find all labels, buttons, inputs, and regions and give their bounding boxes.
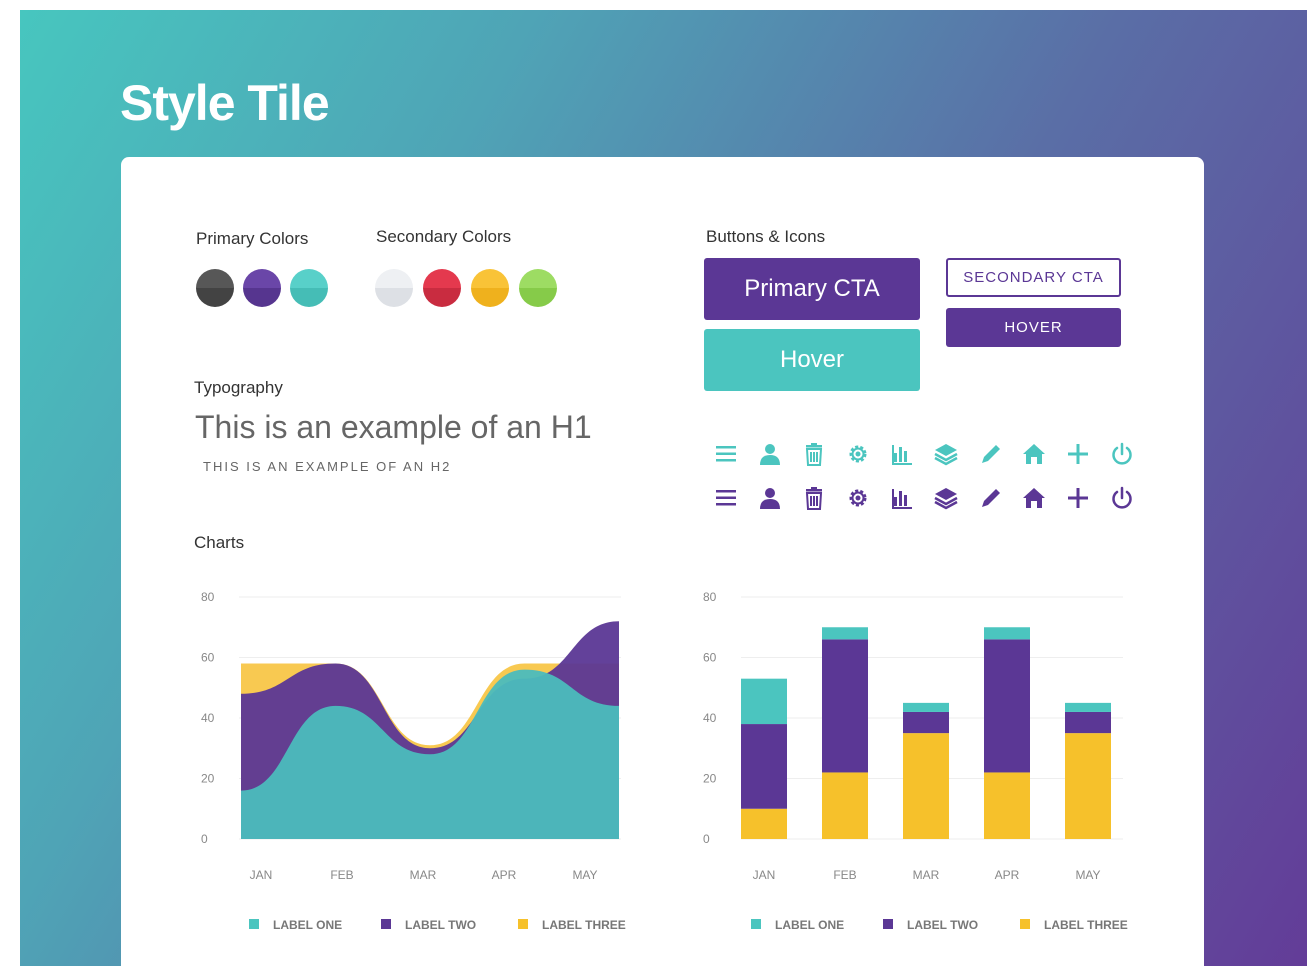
- bar-segment-label-two: [1065, 711, 1111, 734]
- swatch-green: [519, 269, 557, 307]
- legend-label: LABEL TWO: [907, 918, 978, 932]
- y-tick-label: 80: [703, 590, 717, 604]
- x-tick-label: APR: [492, 868, 517, 882]
- icon-row-purple: [704, 483, 1144, 513]
- bar-segment-label-three: [822, 772, 868, 839]
- y-tick-label: 20: [201, 772, 215, 786]
- secondary-cta-button[interactable]: SECONDARY CTA: [946, 258, 1121, 297]
- y-tick-label: 20: [703, 772, 717, 786]
- bar-segment-label-two: [741, 724, 787, 809]
- gear-icon[interactable]: [836, 439, 880, 469]
- legend-label: LABEL TWO: [405, 918, 476, 932]
- home-icon[interactable]: [1012, 483, 1056, 513]
- legend-swatch: [1020, 919, 1030, 929]
- menu-icon[interactable]: [704, 439, 748, 469]
- stacked-bar-chart: 0 20 40 60 80 JAN FEB MAR APR MAY LABEL ONE LABEL T…: [703, 590, 1128, 932]
- bar-segment-label-two: [822, 639, 868, 773]
- x-tick-label: MAR: [410, 868, 437, 882]
- pencil-icon[interactable]: [968, 483, 1012, 513]
- typography-label: Typography: [194, 378, 283, 397]
- swatch-yellow: [471, 269, 509, 307]
- y-tick-label: 0: [201, 832, 208, 846]
- page-title: Style Tile: [120, 75, 330, 131]
- y-tick-label: 40: [201, 711, 215, 725]
- h2-example: THIS IS AN EXAMPLE OF AN H2: [203, 459, 452, 474]
- layers-icon[interactable]: [924, 483, 968, 513]
- area-chart: 0 20 40 60 80 JAN FEB MAR APR MAY LABEL ONE LABEL T…: [201, 590, 626, 932]
- swatch-purple: [243, 269, 281, 307]
- secondary-cta-hover-button[interactable]: HOVER: [946, 308, 1121, 347]
- y-tick-label: 80: [201, 590, 215, 604]
- bar-segment-label-three: [984, 772, 1030, 839]
- x-tick-label: JAN: [753, 868, 776, 882]
- bar-chart-icon[interactable]: [880, 483, 924, 513]
- buttons-icons-label: Buttons & Icons: [706, 227, 826, 246]
- legend-swatch: [883, 919, 893, 929]
- menu-icon[interactable]: [704, 483, 748, 513]
- bar-segment-label-one: [984, 627, 1030, 640]
- y-tick-label: 0: [703, 832, 710, 846]
- charts-label: Charts: [194, 533, 245, 552]
- plus-icon[interactable]: [1056, 439, 1100, 469]
- y-tick-label: 40: [703, 711, 717, 725]
- icon-row-teal: [704, 439, 1144, 469]
- layers-icon[interactable]: [924, 439, 968, 469]
- swatch-red: [423, 269, 461, 307]
- style-tile-card: Primary Colors Secondary Colors Typograp…: [121, 157, 1204, 966]
- bar-segment-label-one: [1065, 702, 1111, 712]
- user-icon[interactable]: [748, 439, 792, 469]
- swatch-light-gray: [375, 269, 413, 307]
- page-background: Style Tile Primary Colors Secondary Colo…: [20, 10, 1307, 966]
- pencil-icon[interactable]: [968, 439, 1012, 469]
- x-tick-label: MAR: [913, 868, 940, 882]
- trash-icon[interactable]: [792, 483, 836, 513]
- trash-icon[interactable]: [792, 439, 836, 469]
- legend-swatch: [381, 919, 391, 929]
- legend-label: LABEL THREE: [542, 918, 626, 932]
- bar-chart-icon[interactable]: [880, 439, 924, 469]
- plus-icon[interactable]: [1056, 483, 1100, 513]
- bar-segment-label-two: [984, 639, 1030, 773]
- bar-segment-label-two: [903, 711, 949, 734]
- user-icon[interactable]: [748, 483, 792, 513]
- legend-label: LABEL ONE: [273, 918, 342, 932]
- x-tick-label: JAN: [250, 868, 273, 882]
- y-tick-label: 60: [201, 651, 215, 665]
- bar-segment-label-three: [903, 733, 949, 839]
- h1-example: This is an example of an H1: [195, 409, 592, 445]
- bar-segment-label-one: [741, 678, 787, 725]
- swatch-dark-gray: [196, 269, 234, 307]
- swatch-teal: [290, 269, 328, 307]
- legend-label: LABEL ONE: [775, 918, 844, 932]
- x-tick-label: FEB: [330, 868, 353, 882]
- gear-icon[interactable]: [836, 483, 880, 513]
- bar-segment-label-three: [1065, 733, 1111, 839]
- x-tick-label: MAY: [1075, 868, 1100, 882]
- bar-segment-label-three: [741, 808, 787, 839]
- primary-cta-hover-button[interactable]: Hover: [704, 329, 920, 391]
- x-tick-label: APR: [995, 868, 1020, 882]
- x-tick-label: FEB: [833, 868, 856, 882]
- legend-swatch: [249, 919, 259, 929]
- legend-swatch: [518, 919, 528, 929]
- bar-segment-label-one: [822, 627, 868, 640]
- bar-segment-label-one: [903, 702, 949, 712]
- home-icon[interactable]: [1012, 439, 1056, 469]
- y-tick-label: 60: [703, 651, 717, 665]
- x-tick-label: MAY: [572, 868, 597, 882]
- secondary-colors-label: Secondary Colors: [376, 227, 512, 246]
- power-icon[interactable]: [1100, 439, 1144, 469]
- legend-swatch: [751, 919, 761, 929]
- legend-label: LABEL THREE: [1044, 918, 1128, 932]
- power-icon[interactable]: [1100, 483, 1144, 513]
- primary-colors-label: Primary Colors: [196, 229, 309, 248]
- primary-cta-button[interactable]: Primary CTA: [704, 258, 920, 320]
